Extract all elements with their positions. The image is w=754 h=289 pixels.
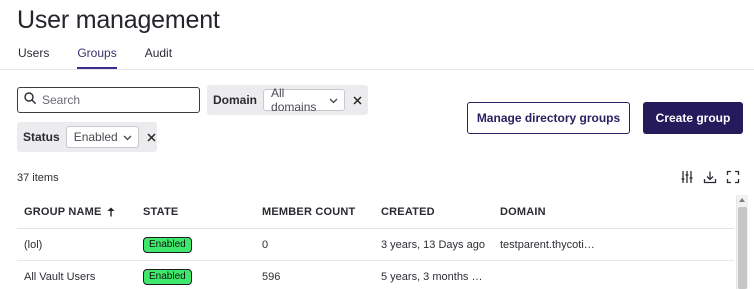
domain-filter-close-icon[interactable] xyxy=(353,96,362,105)
member-count-cell: 0 xyxy=(262,238,269,251)
table-header: GROUP NAME STATE MEMBER COUNT CREATED DO… xyxy=(17,195,734,229)
search-icon xyxy=(24,91,36,109)
column-settings-icon[interactable] xyxy=(680,170,694,184)
domain-filter-value: All domains xyxy=(271,86,317,114)
page-title: User management xyxy=(17,6,220,34)
column-header-member-count[interactable]: MEMBER COUNT xyxy=(256,206,375,218)
chevron-down-icon xyxy=(329,93,338,107)
domain-filter-label: Domain xyxy=(213,93,258,107)
scrollbar-thumb[interactable] xyxy=(738,207,747,289)
tab-users[interactable]: Users xyxy=(18,46,49,69)
chevron-down-icon xyxy=(123,130,132,144)
status-filter-value: Enabled xyxy=(73,130,118,144)
column-header-domain[interactable]: DOMAIN xyxy=(494,206,734,218)
column-header-state[interactable]: STATE xyxy=(137,206,256,218)
download-icon[interactable] xyxy=(703,170,717,184)
manage-directory-groups-button[interactable]: Manage directory groups xyxy=(467,102,630,134)
group-name-cell[interactable]: (lol) xyxy=(17,239,137,251)
domain-cell: testparent.thycoti… xyxy=(500,238,595,251)
search-input[interactable] xyxy=(42,93,192,107)
fullscreen-icon[interactable] xyxy=(726,170,740,184)
domain-filter-select[interactable]: All domains xyxy=(263,86,345,114)
status-filter-select[interactable]: Enabled xyxy=(65,126,139,148)
status-filter-close-icon[interactable] xyxy=(147,133,156,142)
column-header-created[interactable]: CREATED xyxy=(375,206,494,218)
member-count-cell: 596 xyxy=(262,270,281,283)
scroll-up-arrow-icon[interactable] xyxy=(739,198,745,202)
created-cell: 3 years, 13 Days ago xyxy=(381,238,485,251)
status-badge: Enabled xyxy=(143,236,192,253)
item-count: 37 items xyxy=(17,172,59,184)
table-row[interactable]: All Vault Users Enabled 596 5 years, 3 m… xyxy=(17,261,734,289)
create-group-button[interactable]: Create group xyxy=(643,102,743,134)
tabs-divider xyxy=(0,69,754,70)
table-toolbar xyxy=(680,170,740,184)
groups-table: GROUP NAME STATE MEMBER COUNT CREATED DO… xyxy=(17,195,734,289)
table-row[interactable]: (lol) Enabled 0 3 years, 13 Days ago tes… xyxy=(17,229,734,261)
state-cell: Enabled xyxy=(137,236,256,253)
status-badge: Enabled xyxy=(143,268,192,285)
created-cell: 5 years, 3 months a… xyxy=(381,270,488,283)
group-name-cell[interactable]: All Vault Users xyxy=(17,271,137,283)
state-cell: Enabled xyxy=(137,268,256,285)
column-header-label: GROUP NAME xyxy=(24,205,102,218)
status-filter-label: Status xyxy=(23,130,60,144)
tab-groups[interactable]: Groups xyxy=(77,46,117,69)
status-filter: Status Enabled xyxy=(17,122,157,152)
sort-ascending-icon xyxy=(107,207,115,217)
tab-audit[interactable]: Audit xyxy=(145,46,172,69)
tab-bar: Users Groups Audit xyxy=(18,46,200,69)
search-box[interactable] xyxy=(17,87,200,113)
column-header-group-name[interactable]: GROUP NAME xyxy=(17,206,137,218)
domain-filter: Domain All domains xyxy=(207,85,368,115)
